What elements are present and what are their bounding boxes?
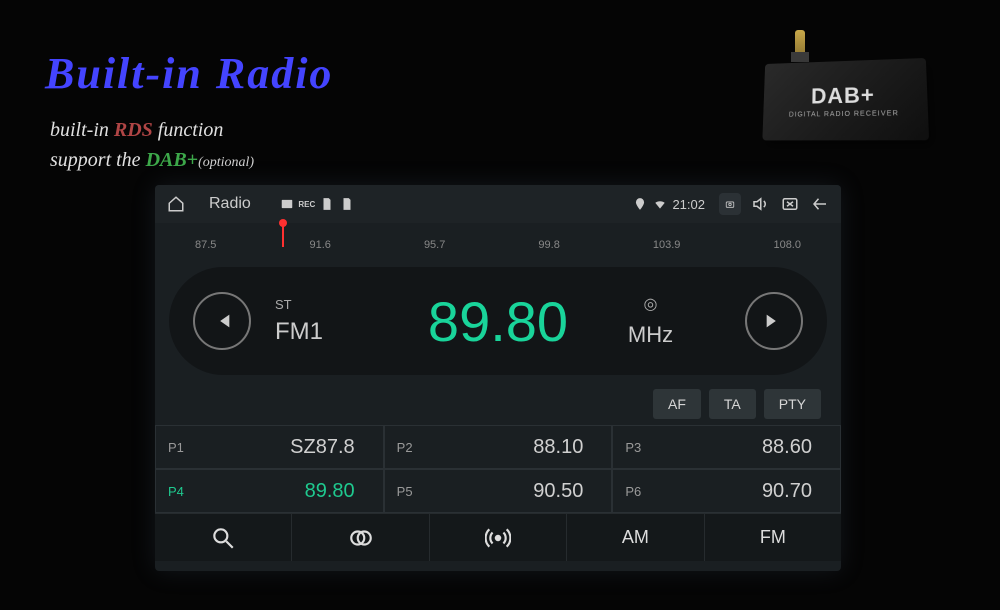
- antenna-base: [791, 52, 809, 62]
- preset-val: 88.10: [437, 436, 600, 459]
- subtitle-text: function: [153, 119, 224, 141]
- optional-label: (optional): [198, 155, 254, 170]
- sd-icon-2: [339, 196, 355, 212]
- home-icon[interactable]: [165, 193, 187, 215]
- dial-tick: 91.6: [309, 223, 330, 259]
- dial-tick: 99.8: [538, 223, 559, 259]
- image-icon: [279, 196, 295, 212]
- seek-prev-button[interactable]: [193, 292, 251, 350]
- preset-val: 88.60: [665, 436, 828, 459]
- dab-device-image: DAB+ DIGITAL RADIO RECEIVER: [755, 30, 930, 145]
- status-icons-right: 21:02: [632, 196, 705, 212]
- rds-label: RDS: [114, 119, 153, 141]
- stereo-button[interactable]: [292, 514, 429, 561]
- option-row: AF TA PTY: [155, 375, 841, 425]
- preset-2[interactable]: P2 88.10: [384, 425, 613, 469]
- dab-box-label: DAB+: [811, 82, 875, 109]
- dab-box-sublabel: DIGITAL RADIO RECEIVER: [789, 110, 899, 118]
- preset-5[interactable]: P5 90.50: [384, 469, 613, 513]
- close-x-icon[interactable]: [779, 193, 801, 215]
- st-label: ST: [275, 297, 416, 312]
- radio-screen: Radio REC 21:02 87.5 91.6 95.7: [155, 185, 841, 571]
- frequency-dial[interactable]: 87.5 91.6 95.7 99.8 103.9 108.0: [155, 223, 841, 259]
- bottom-bar: AM FM: [155, 513, 841, 561]
- page-subtitle: built-in RDS function support the DAB+(o…: [50, 115, 254, 175]
- preset-num: P6: [625, 484, 651, 499]
- dial-needle: [282, 223, 284, 247]
- dial-tick: 95.7: [424, 223, 445, 259]
- frequency-value: 89.80: [416, 289, 580, 354]
- broadcast-button[interactable]: [430, 514, 567, 561]
- dial-tick: 108.0: [773, 223, 801, 259]
- preset-val: 90.70: [665, 480, 828, 503]
- clock-time: 21:02: [672, 197, 705, 212]
- search-button[interactable]: [155, 514, 292, 561]
- preset-num: P1: [168, 440, 194, 455]
- preset-4[interactable]: P4 89.80: [155, 469, 384, 513]
- ta-button[interactable]: TA: [709, 389, 756, 419]
- dab-label: DAB+: [146, 149, 199, 171]
- preset-grid: P1 SZ87.8 P2 88.10 P3 88.60 P4 89.80 P5 …: [155, 425, 841, 513]
- status-bar: Radio REC 21:02: [155, 185, 841, 223]
- preset-6[interactable]: P6 90.70: [612, 469, 841, 513]
- dial-tick: 87.5: [195, 223, 216, 259]
- preset-1[interactable]: P1 SZ87.8: [155, 425, 384, 469]
- preset-num: P4: [168, 484, 194, 499]
- dial-ticks: 87.5 91.6 95.7 99.8 103.9 108.0: [155, 223, 841, 259]
- sd-icon: [319, 196, 335, 212]
- screenshot-icon[interactable]: [719, 193, 741, 215]
- subtitle-text: built-in: [50, 119, 114, 141]
- band-info: ST FM1: [267, 297, 416, 346]
- preset-val: SZ87.8: [208, 436, 371, 459]
- page-title: Built-in Radio: [45, 48, 333, 99]
- af-button[interactable]: AF: [653, 389, 701, 419]
- back-icon[interactable]: [809, 193, 831, 215]
- volume-icon[interactable]: [749, 193, 771, 215]
- dial-tick: 103.9: [653, 223, 681, 259]
- dab-receiver-box: DAB+ DIGITAL RADIO RECEIVER: [762, 58, 929, 140]
- subtitle-text: support the: [50, 149, 146, 171]
- preset-num: P3: [625, 440, 651, 455]
- preset-val: 90.50: [437, 480, 600, 503]
- unit-label: MHz: [580, 322, 721, 348]
- preset-3[interactable]: P3 88.60: [612, 425, 841, 469]
- location-icon: [632, 196, 648, 212]
- fm-button[interactable]: FM: [705, 514, 841, 561]
- rec-icon: REC: [299, 196, 315, 212]
- app-title: Radio: [209, 195, 251, 213]
- preset-num: P5: [397, 484, 423, 499]
- frequency-panel: ST FM1 89.80 ◎ MHz: [169, 267, 827, 375]
- unit-info: ◎ MHz: [580, 294, 729, 348]
- preset-val: 89.80: [208, 480, 371, 503]
- status-icons-left: REC: [279, 196, 355, 212]
- pty-button[interactable]: PTY: [764, 389, 821, 419]
- am-button[interactable]: AM: [567, 514, 704, 561]
- preset-num: P2: [397, 440, 423, 455]
- wifi-icon: [652, 196, 668, 212]
- band-label: FM1: [275, 318, 416, 346]
- stereo-icon: ◎: [580, 294, 721, 314]
- seek-next-button[interactable]: [745, 292, 803, 350]
